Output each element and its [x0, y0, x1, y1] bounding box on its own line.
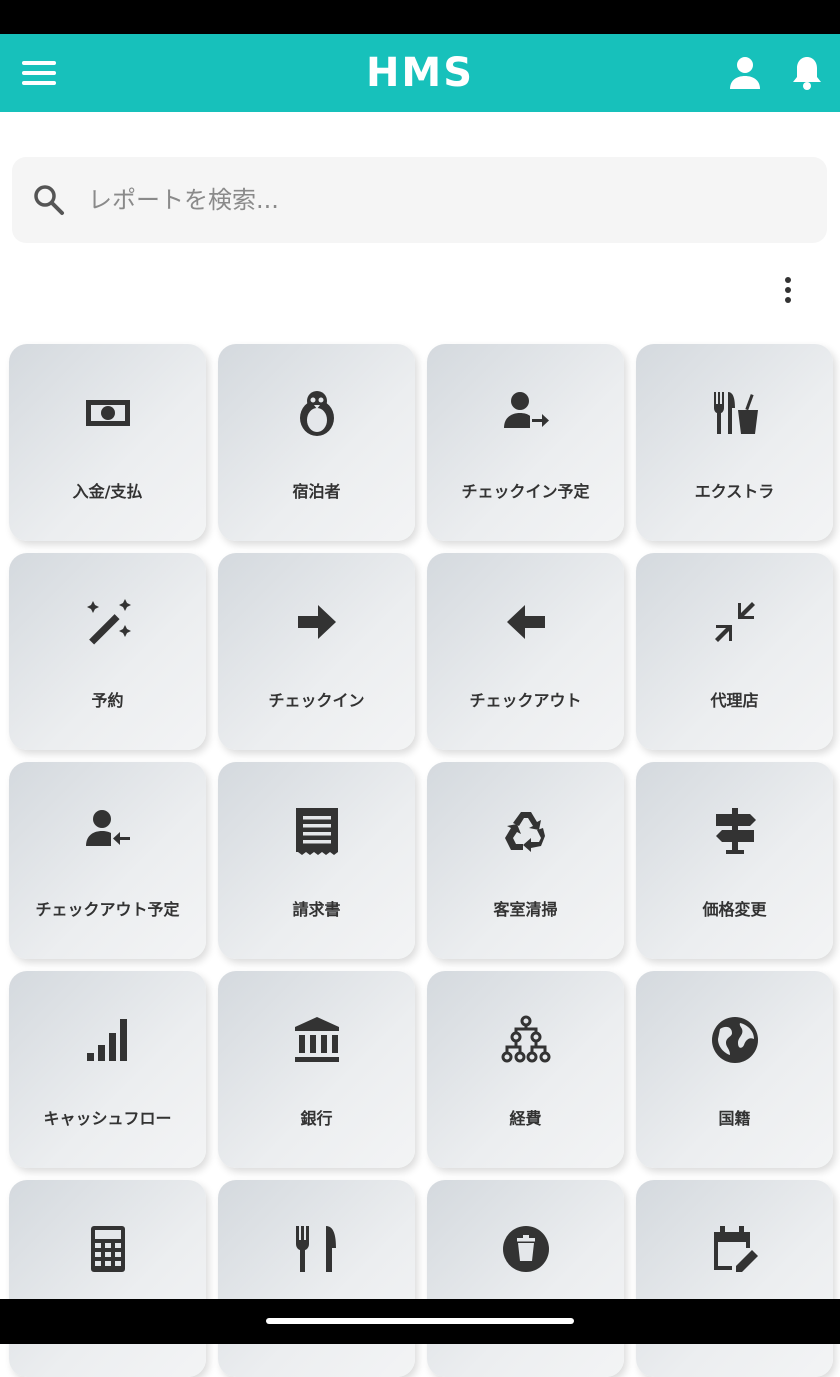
hierarchy-icon	[501, 1015, 551, 1065]
menu-button[interactable]	[16, 50, 62, 96]
magic-wand-icon	[83, 597, 133, 647]
person-arrow-left-icon	[83, 806, 133, 856]
search-icon	[34, 185, 64, 215]
report-tile-calendar[interactable]	[636, 1180, 833, 1377]
report-tile-payments[interactable]: 入金/支払	[9, 344, 206, 541]
tile-label: 銀行	[300, 1109, 333, 1128]
calculator-icon	[83, 1224, 133, 1274]
menu-icon	[22, 61, 56, 85]
report-tile-extras[interactable]: エクストラ	[636, 344, 833, 541]
tile-label: 国籍	[718, 1109, 751, 1128]
report-grid: 入金/支払 宿泊者 チェックイン予定 エクストラ 予約 チェックイン チェックア…	[9, 344, 833, 1377]
status-bar	[0, 0, 840, 34]
tile-label: キャッシュフロー	[43, 1109, 172, 1128]
bell-icon	[793, 57, 821, 90]
report-tile-restaurant[interactable]	[218, 1180, 415, 1377]
report-tile-agencies[interactable]: 代理店	[636, 553, 833, 750]
search-input[interactable]	[88, 157, 808, 243]
silverware-icon	[292, 1224, 342, 1274]
report-tile-reservations[interactable]: 予約	[9, 553, 206, 750]
tile-label: チェックイン予定	[461, 482, 590, 501]
report-tile-waste[interactable]	[427, 1180, 624, 1377]
report-tile-price-changes[interactable]: 価格変更	[636, 762, 833, 959]
report-tile-invoices[interactable]: 請求書	[218, 762, 415, 959]
more-vert-icon	[785, 277, 791, 303]
calendar-edit-icon	[710, 1224, 760, 1274]
account-button[interactable]	[722, 50, 768, 96]
report-tile-bank[interactable]: 銀行	[218, 971, 415, 1168]
report-tile-guests[interactable]: 宿泊者	[218, 344, 415, 541]
globe-icon	[710, 1015, 760, 1065]
tile-label: チェックイン	[268, 691, 365, 710]
cash-icon	[83, 388, 133, 438]
penguin-icon	[292, 388, 342, 438]
tile-label: 客室清掃	[493, 900, 558, 919]
search-box[interactable]	[12, 157, 827, 243]
tile-label: 入金/支払	[72, 482, 143, 501]
food-drink-icon	[710, 388, 760, 438]
report-tile-cashflow[interactable]: キャッシュフロー	[9, 971, 206, 1168]
tile-label: 請求書	[292, 900, 341, 919]
tile-label: 代理店	[710, 691, 759, 710]
tile-label: 経費	[509, 1109, 542, 1128]
arrow-right-icon	[292, 597, 342, 647]
tile-label: エクストラ	[694, 482, 775, 501]
tile-label: 価格変更	[702, 900, 767, 919]
report-tile-checkin-scheduled[interactable]: チェックイン予定	[427, 344, 624, 541]
account-icon	[730, 57, 760, 89]
report-tile-checkout[interactable]: チェックアウト	[427, 553, 624, 750]
report-tile-calculator[interactable]	[9, 1180, 206, 1377]
report-tile-checkin[interactable]: チェックイン	[218, 553, 415, 750]
recycle-icon	[501, 806, 551, 856]
arrows-collapse-icon	[710, 597, 760, 647]
tile-label: チェックアウト予定	[35, 900, 180, 919]
tile-label: 宿泊者	[292, 482, 341, 501]
system-nav-bar	[0, 1299, 840, 1344]
home-indicator[interactable]	[266, 1318, 574, 1324]
arrow-left-icon	[501, 597, 551, 647]
notifications-button[interactable]	[784, 50, 830, 96]
app-bar: HMS	[0, 34, 840, 112]
tile-label: チェックアウト	[469, 691, 582, 710]
trash-circle-icon	[501, 1224, 551, 1274]
report-tile-nationality[interactable]: 国籍	[636, 971, 833, 1168]
bank-icon	[292, 1015, 342, 1065]
report-tile-expenses[interactable]: 経費	[427, 971, 624, 1168]
more-options-button[interactable]	[768, 270, 808, 310]
signpost-icon	[710, 806, 760, 856]
tile-label: 予約	[91, 691, 124, 710]
signal-bars-icon	[83, 1015, 133, 1065]
person-arrow-right-icon	[501, 388, 551, 438]
app-title: HMS	[365, 50, 475, 96]
report-tile-checkout-scheduled[interactable]: チェックアウト予定	[9, 762, 206, 959]
receipt-icon	[292, 806, 342, 856]
report-tile-housekeeping[interactable]: 客室清掃	[427, 762, 624, 959]
